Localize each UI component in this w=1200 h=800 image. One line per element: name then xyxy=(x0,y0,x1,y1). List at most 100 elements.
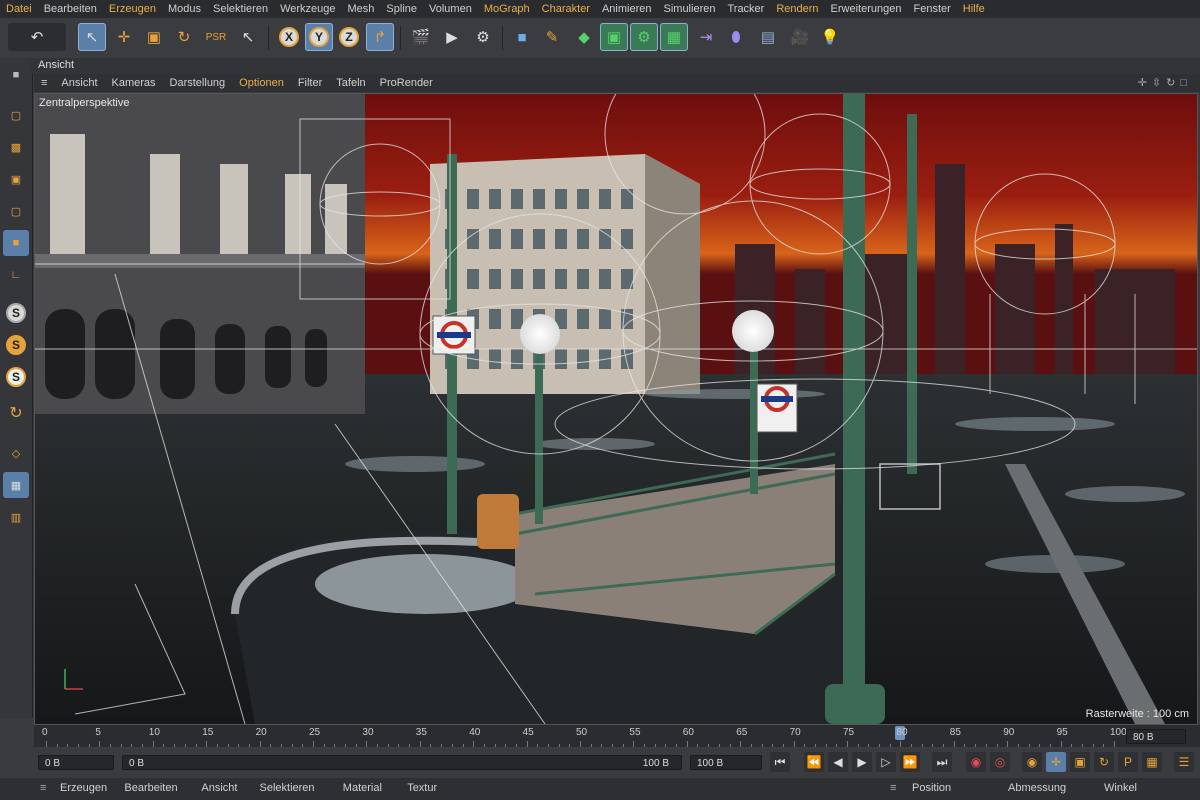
light-bulb-icon[interactable]: 💡 xyxy=(816,23,844,51)
viewmenu-ansicht[interactable]: Ansicht xyxy=(54,77,104,89)
coordinate-system-icon[interactable]: ↱ xyxy=(366,23,394,51)
menu-bearbeiten[interactable]: Bearbeiten xyxy=(38,3,103,15)
menu-erweiterungen[interactable]: Erweiterungen xyxy=(825,3,908,15)
scale-key-icon[interactable]: ▣ xyxy=(1070,752,1090,772)
viewmenu-prorender[interactable]: ProRender xyxy=(373,77,440,89)
cursor-alt-icon[interactable]: ↖ xyxy=(234,23,262,51)
goto-start-icon[interactable]: ⏮ xyxy=(770,752,790,772)
start-frame-field[interactable]: 0 B xyxy=(38,755,114,770)
render-gear-icon[interactable]: ⚙ xyxy=(469,23,497,51)
axis-y-button[interactable]: Y xyxy=(305,23,333,51)
menu-simulieren[interactable]: Simulieren xyxy=(658,3,722,15)
menu-animieren[interactable]: Animieren xyxy=(596,3,658,15)
edges-mode-icon[interactable]: ▢ xyxy=(3,198,29,224)
viewmenu-optionen[interactable]: Optionen xyxy=(232,77,291,89)
viewmenu-darstellung[interactable]: Darstellung xyxy=(163,77,233,89)
parameter-key-icon[interactable]: P xyxy=(1118,752,1138,772)
menu-modus[interactable]: Modus xyxy=(162,3,207,15)
menu-hilfe[interactable]: Hilfe xyxy=(957,3,991,15)
menu-fenster[interactable]: Fenster xyxy=(907,3,956,15)
grid-icon[interactable]: ▦ xyxy=(3,472,29,498)
next-key-icon[interactable]: ⏩ xyxy=(900,752,920,772)
timeline-minor-tick xyxy=(494,744,496,747)
texture-mode-icon[interactable]: ▩ xyxy=(3,134,29,160)
end-frame-field[interactable]: 80 B xyxy=(1126,729,1186,744)
point-level-icon[interactable]: ▦ xyxy=(1142,752,1162,772)
timeline-menu-icon[interactable]: ☰ xyxy=(1174,752,1194,772)
viewmenu-tafeln[interactable]: Tafeln xyxy=(329,77,372,89)
keyframe-selection-icon[interactable]: ◉ xyxy=(1022,752,1042,772)
scale-icon[interactable]: ▣ xyxy=(140,23,168,51)
array-icon[interactable]: ▣ xyxy=(600,23,628,51)
end-time-field[interactable]: 100 B xyxy=(690,755,762,770)
cursor-icon[interactable]: ↖ xyxy=(78,23,106,51)
menu-erzeugen[interactable]: Erzeugen xyxy=(103,3,162,15)
snap-settings-icon[interactable]: S xyxy=(3,332,29,358)
menu-volumen[interactable]: Volumen xyxy=(423,3,478,15)
bottom-menu-textur[interactable]: Textur xyxy=(407,782,437,794)
camera-icon[interactable]: 🎥 xyxy=(786,23,814,51)
viewport-hamburger-icon[interactable]: ≡ xyxy=(34,77,54,89)
make-editable-icon[interactable]: ■ xyxy=(3,62,29,88)
bottom-menu-material[interactable]: Material xyxy=(343,782,382,794)
menu-spline[interactable]: Spline xyxy=(380,3,423,15)
next-frame-icon[interactable]: ▷ xyxy=(876,752,896,772)
auto-key-icon[interactable]: ◎ xyxy=(990,752,1010,772)
model-mode-icon[interactable]: ▢ xyxy=(3,102,29,128)
bottom-menu-erzeugen[interactable]: Erzeugen xyxy=(60,782,107,794)
snap-icon[interactable]: S xyxy=(3,300,29,326)
viewmenu-kameras[interactable]: Kameras xyxy=(105,77,163,89)
goto-end-icon[interactable]: ⏭ xyxy=(932,752,952,772)
menu-mograph[interactable]: MoGraph xyxy=(478,3,536,15)
gear-cube-icon[interactable]: ⚙ xyxy=(630,23,658,51)
viewmenu-filter[interactable]: Filter xyxy=(291,77,329,89)
axis-mode-icon[interactable]: ∟ xyxy=(3,262,29,288)
menu-selektieren[interactable]: Selektieren xyxy=(207,3,274,15)
position-key-icon[interactable]: ✛ xyxy=(1046,752,1066,772)
axis-x-button[interactable]: X xyxy=(275,23,303,51)
timeline-tick-label: 45 xyxy=(522,727,534,738)
cloner-icon[interactable]: ▦ xyxy=(660,23,688,51)
points-mode-icon[interactable]: ▣ xyxy=(3,166,29,192)
view-tab[interactable]: Ansicht xyxy=(30,58,1200,74)
menu-tracker[interactable]: Tracker xyxy=(721,3,770,15)
menu-charakter[interactable]: Charakter xyxy=(536,3,596,15)
bend-icon[interactable]: ⇥ xyxy=(692,23,720,51)
locked-workplane-icon[interactable]: ▥ xyxy=(3,504,29,530)
capsule-icon[interactable]: ⬮ xyxy=(722,23,750,51)
prev-frame-icon[interactable]: ◀ xyxy=(828,752,848,772)
viewport-nav-icons[interactable]: ✛⇳↻□ xyxy=(1138,76,1192,89)
menu-werkzeuge[interactable]: Werkzeuge xyxy=(274,3,341,15)
record-icon[interactable]: ◉ xyxy=(966,752,986,772)
menu-rendern[interactable]: Rendern xyxy=(770,3,824,15)
bottom-menu-selektieren[interactable]: Selektieren xyxy=(260,782,315,794)
floor-icon[interactable]: ▤ xyxy=(754,23,782,51)
workplane-snap-icon[interactable]: S xyxy=(3,364,29,390)
rotation-key-icon[interactable]: ↻ xyxy=(1094,752,1114,772)
timeline[interactable]: 0 5 10 15 20 25 30 35 40 45 50 55 60 65 70 75 80 85 90 95 10… xyxy=(34,725,1200,747)
clapper-icon[interactable]: 🎬 xyxy=(407,23,435,51)
axis-z-button[interactable]: Z xyxy=(335,23,363,51)
cube-icon[interactable]: ■ xyxy=(508,23,536,51)
polygons-mode-icon[interactable]: ■ xyxy=(3,230,29,256)
menu-mesh[interactable]: Mesh xyxy=(342,3,381,15)
timeline-tick-label: 90 xyxy=(1003,727,1015,738)
viewport[interactable]: Zentralperspektive Rasterweite : 100 cm xyxy=(34,93,1198,725)
pen-icon[interactable]: ✎ xyxy=(538,23,566,51)
subdivision-icon[interactable]: ◆ xyxy=(570,23,598,51)
preview-range-slider[interactable]: 0 B 100 B xyxy=(122,755,682,770)
rotate-icon[interactable]: ↻ xyxy=(170,23,198,51)
bottom-menu-ansicht[interactable]: Ansicht xyxy=(201,782,237,794)
prev-key-icon[interactable]: ⏪ xyxy=(804,752,824,772)
magnet-icon[interactable]: ↻ xyxy=(3,400,29,426)
play-icon[interactable]: ▶ xyxy=(852,752,872,772)
bottom-menu-bearbeiten[interactable]: Bearbeiten xyxy=(124,782,177,794)
workplane-icon[interactable]: ◇ xyxy=(3,440,29,466)
menu-datei[interactable]: Datei xyxy=(0,3,38,15)
psr-icon[interactable]: PSR xyxy=(202,23,230,51)
hamburger-icon[interactable]: ≡ xyxy=(40,782,46,794)
render-play-icon[interactable]: ▶ xyxy=(438,23,466,51)
undo-icon[interactable]: ↶ xyxy=(8,23,66,51)
hamburger-icon-right[interactable]: ≡ xyxy=(890,782,896,794)
move-icon[interactable]: ✛ xyxy=(110,23,138,51)
